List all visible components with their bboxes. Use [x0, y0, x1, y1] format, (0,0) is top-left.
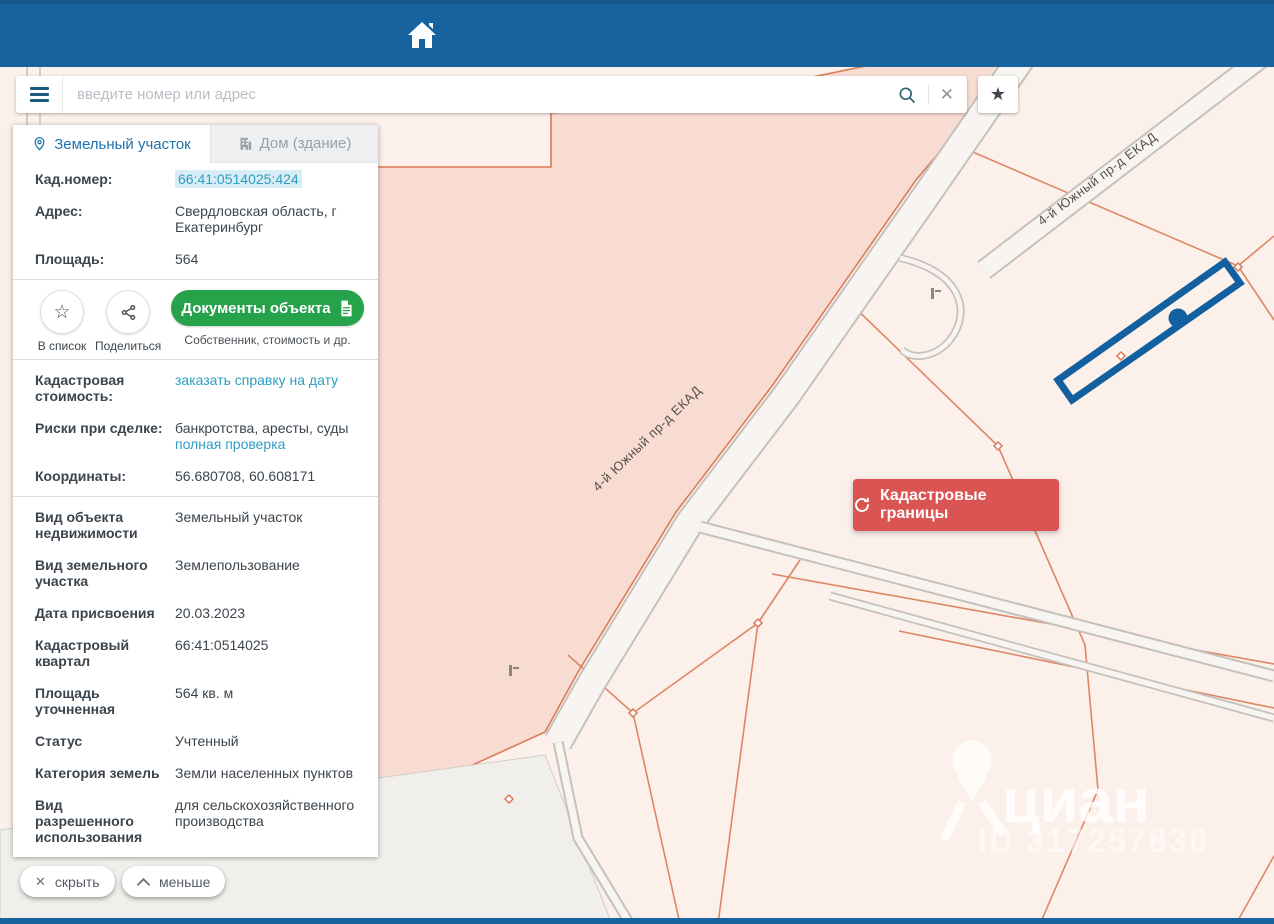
add-to-list-button[interactable]: ☆ В список — [29, 290, 95, 353]
attribute-row: Дата присвоения 20.03.2023 — [13, 597, 378, 629]
panel-divider — [13, 359, 378, 360]
collapse-panel-label: меньше — [159, 874, 210, 890]
selected-parcel-marker[interactable] — [1169, 309, 1188, 328]
attribute-row: Категория земель Земли населенных пункто… — [13, 757, 378, 789]
app-window: 4-й Южный пр-д ЕКАД 4-й Южный пр-д ЕКАД … — [0, 0, 1274, 924]
hide-panel-label: скрыть — [55, 874, 100, 890]
attribute-row: Координаты: 56.680708, 60.608171 — [13, 460, 378, 492]
top-navigation-bar — [0, 0, 1274, 67]
attribute-row: Площадь уточненная 564 кв. м — [13, 677, 378, 725]
panel-actions: ☆ В список Поделиться Документы объекта — [13, 284, 378, 355]
search-icon[interactable] — [897, 85, 917, 105]
star-icon: ★ — [990, 84, 1006, 105]
star-outline-icon: ☆ — [53, 301, 70, 324]
building-icon — [238, 136, 253, 151]
favorites-button[interactable]: ★ — [978, 76, 1018, 113]
share-label: Поделиться — [95, 339, 161, 353]
panel-tabs: Земельный участок Дом (здание) — [13, 125, 378, 163]
attribute-row: Вид земельного участка Землепользование — [13, 549, 378, 597]
tab-house-building[interactable]: Дом (здание) — [210, 125, 378, 163]
attribute-row: Статус Учтенный — [13, 725, 378, 757]
risks-value: банкротства, аресты, суды — [175, 420, 349, 436]
attribute-row: Риски при сделке: банкротства, аресты, с… — [13, 412, 378, 460]
tab-land-parcel-label: Земельный участок — [54, 136, 191, 153]
map-pin-icon — [32, 136, 47, 152]
attribute-row: Вид разрешенного использования для сельс… — [13, 789, 378, 853]
collapse-panel-button[interactable]: меньше — [122, 866, 225, 897]
attribute-row: Адрес: Свердловская область, г Екатеринб… — [13, 195, 378, 243]
attribute-row: Кадастровый квартал 66:41:0514025 — [13, 629, 378, 677]
full-check-link[interactable]: полная проверка — [175, 436, 285, 452]
cad-number-link[interactable]: 66:41:0514025:424 — [175, 170, 302, 188]
home-icon — [405, 19, 439, 49]
order-certificate-link[interactable]: заказать справку на дату — [175, 372, 338, 388]
search-divider — [928, 85, 929, 105]
clear-search-icon[interactable]: ✕ — [940, 86, 954, 103]
address-value: Свердловская область, г Екатеринбург — [175, 203, 366, 235]
hamburger-icon — [30, 87, 49, 90]
search-input[interactable] — [63, 76, 897, 113]
attribute-row: Кадастровая стоимость: заказать справку … — [13, 364, 378, 412]
home-button[interactable] — [402, 14, 442, 54]
menu-button[interactable] — [16, 76, 63, 113]
cadastral-boundaries-label: Кадастровые границы — [880, 487, 1059, 523]
search-bar-icons: ✕ — [897, 85, 967, 105]
close-icon: ✕ — [35, 875, 46, 888]
bottom-bar — [0, 918, 1274, 924]
refresh-icon — [853, 496, 871, 514]
panel-divider — [13, 279, 378, 280]
share-button[interactable]: Поделиться — [95, 290, 161, 353]
area-value: 564 — [175, 251, 366, 267]
object-documents-button[interactable]: Документы объекта — [171, 290, 364, 326]
attribute-row: Площадь: 564 — [13, 243, 378, 275]
object-documents: Документы объекта Собственник, стоимость… — [171, 290, 364, 347]
add-to-list-label: В список — [29, 339, 95, 353]
tab-land-parcel[interactable]: Земельный участок — [13, 125, 210, 163]
parcel-attributes: Кад.номер: 66:41:0514025:424 Адрес: Свер… — [13, 163, 378, 857]
watermark-id: ID 317257830 — [978, 822, 1209, 859]
coordinates-value: 56.680708, 60.608171 — [175, 468, 366, 484]
attribute-row: Форма собственности Частная — [13, 853, 378, 857]
cadastral-boundaries-button[interactable]: Кадастровые границы — [853, 479, 1059, 531]
parcel-info-panel: Земельный участок Дом (здание) Кад.номер… — [13, 125, 378, 857]
attribute-row: Кад.номер: 66:41:0514025:424 — [13, 163, 378, 195]
document-icon — [339, 300, 354, 317]
chevron-up-icon — [137, 877, 150, 886]
object-documents-label: Документы объекта — [181, 300, 330, 317]
panel-divider — [13, 496, 378, 497]
search-bar: ✕ — [16, 76, 967, 113]
hide-panel-button[interactable]: ✕ скрыть — [20, 866, 115, 897]
object-documents-caption: Собственник, стоимость и др. — [171, 333, 364, 347]
attribute-row: Вид объекта недвижимости Земельный участ… — [13, 501, 378, 549]
share-icon — [120, 304, 137, 321]
tab-house-building-label: Дом (здание) — [260, 135, 352, 152]
